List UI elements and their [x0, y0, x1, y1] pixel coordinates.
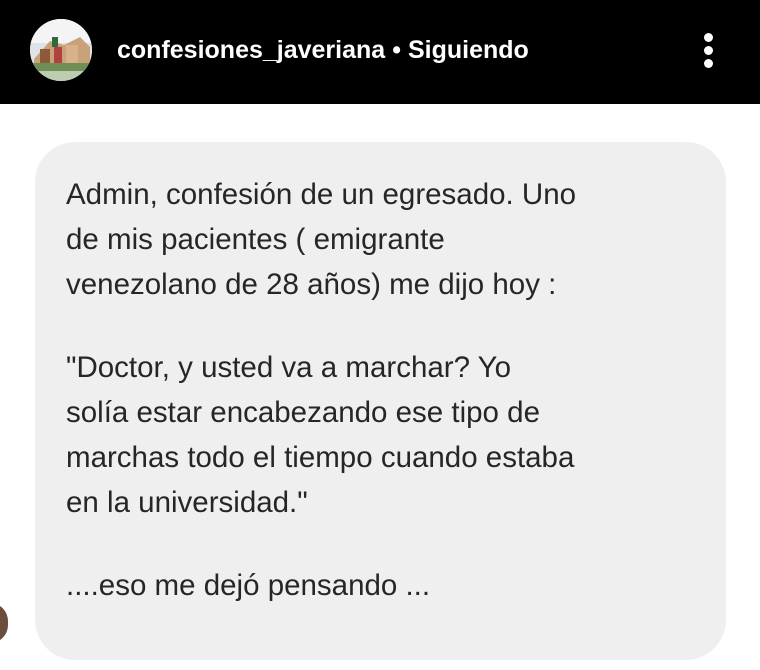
message-bubble[interactable]: Admin, confesión de un egresado. Uno de …: [35, 142, 726, 660]
campus-building-avatar-icon: [30, 19, 92, 81]
profile-avatar[interactable]: [30, 19, 92, 81]
vertical-ellipsis-icon: [704, 46, 713, 55]
sender-avatar-partial: [0, 603, 8, 643]
message-paragraph: "Doctor, y usted va a marchar? Yo solía …: [66, 351, 575, 519]
top-bar: confesiones_javeriana • Siguiendo: [0, 0, 760, 104]
username-link[interactable]: confesiones_javeriana: [117, 36, 385, 64]
vertical-ellipsis-icon: [704, 33, 713, 42]
header-title: confesiones_javeriana • Siguiendo: [117, 33, 529, 67]
vertical-ellipsis-icon: [704, 59, 713, 68]
separator-dot: •: [392, 36, 401, 64]
more-options-button[interactable]: [694, 28, 724, 72]
message-paragraph: Admin, confesión de un egresado. Uno de …: [66, 178, 577, 301]
message-paragraph: ....eso me dejó pensando ...: [66, 569, 431, 602]
following-button[interactable]: Siguiendo: [408, 36, 529, 64]
